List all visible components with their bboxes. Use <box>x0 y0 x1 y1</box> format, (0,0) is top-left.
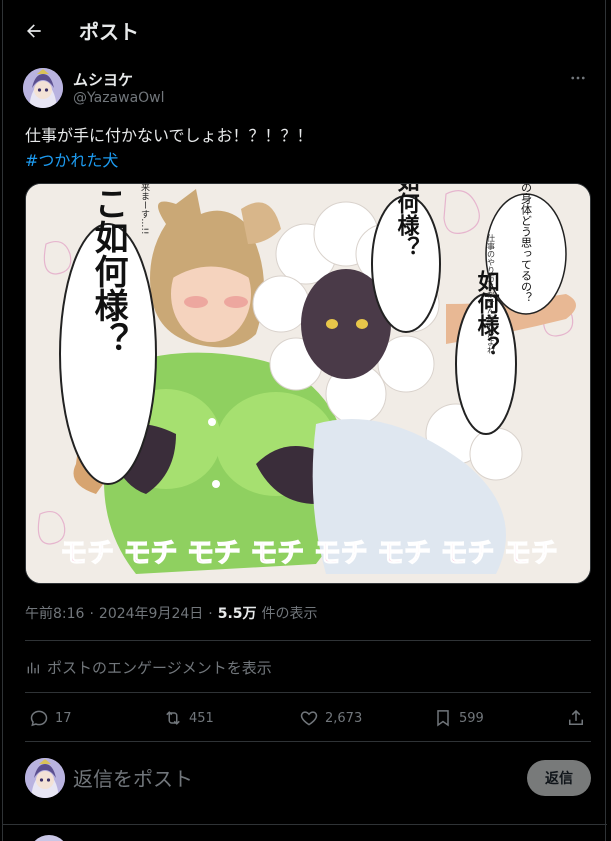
post-body: 仕事が手に付かないでしょお！？！？！ <box>25 126 313 145</box>
back-button[interactable] <box>17 14 51 48</box>
post-author: ムシヨケ @YazawaOwl <box>23 66 593 112</box>
avatar[interactable] <box>23 68 63 108</box>
views-label: 件の表示 <box>261 606 318 622</box>
post-meta: 午前8:16 · 2024年9月24日 · 5.5万 件の表示 <box>25 603 318 623</box>
reply-icon <box>30 710 48 727</box>
divider <box>3 824 607 825</box>
reply-action[interactable]: 17 <box>29 703 72 733</box>
avatar[interactable] <box>29 835 69 841</box>
top-bar: ポスト <box>3 0 607 60</box>
post-date[interactable]: 2024年9月24日 <box>99 603 203 623</box>
hashtag-link[interactable]: #つかれた犬 <box>25 148 585 173</box>
avatar-image <box>25 758 65 798</box>
view-engagements-link[interactable]: ポストのエンゲージメントを表示 <box>25 657 272 678</box>
post-text: 仕事が手に付かないでしょお！？！？！ #つかれた犬 <box>25 123 585 173</box>
sfx-text: モチ モチ モチ モチ モチ モチ モチ モチ <box>60 538 558 569</box>
repost-icon <box>166 711 180 725</box>
side-text-small: 仕事のやり方とかそんなんだよね <box>487 233 496 354</box>
reply-composer: 返信 <box>25 756 591 802</box>
view-engagements-label: ポストのエンゲージメントを表示 <box>47 659 272 677</box>
more-dots-icon <box>571 76 585 80</box>
page-title: ポスト <box>79 20 139 44</box>
divider <box>25 640 591 641</box>
bookmark-count: 599 <box>459 710 484 726</box>
meta-separator: · <box>89 606 94 622</box>
speech-left: ここ如何様？ <box>88 184 128 356</box>
arrow-left-icon <box>27 24 41 38</box>
like-count: 2,673 <box>325 710 363 726</box>
reply-submit-button[interactable]: 返信 <box>527 760 591 796</box>
analytics-icon <box>27 662 39 673</box>
post-detail-column: ポスト ムシヨケ @YazawaOwl 仕事が手に付かないでしょお！？！？！ #… <box>2 0 607 841</box>
reply-count: 17 <box>55 710 72 726</box>
author-handle[interactable]: @YazawaOwl <box>73 90 165 106</box>
meta-separator: · <box>208 606 213 622</box>
speech-mid: 如何様？ <box>394 184 420 258</box>
bookmark-icon <box>437 710 449 727</box>
avatar-image <box>23 68 63 108</box>
action-bar: 17 451 2,673 599 <box>25 703 591 733</box>
divider <box>25 692 591 693</box>
bookmark-action[interactable]: 599 <box>433 703 484 733</box>
illustration: ここ如何様？ 如何様？ 如何様？ ねえ犬くんはその身体どう思ってるの？ 仕事のや… <box>26 184 590 583</box>
like-action[interactable]: 2,673 <box>299 703 362 733</box>
post-time[interactable]: 午前8:16 <box>25 603 84 623</box>
post-image[interactable]: ここ如何様？ 如何様？ 如何様？ ねえ犬くんはその身体どう思ってるの？ 仕事のや… <box>25 183 591 584</box>
share-action[interactable] <box>566 703 586 733</box>
share-icon <box>569 709 583 725</box>
avatar <box>25 758 65 798</box>
repost-count: 451 <box>189 710 214 726</box>
heart-icon <box>300 711 318 726</box>
reply-input[interactable] <box>73 764 453 794</box>
author-display-name[interactable]: ムシヨケ <box>73 69 133 90</box>
more-options-button[interactable] <box>563 66 593 90</box>
repost-action[interactable]: 451 <box>163 703 214 733</box>
divider <box>25 741 591 742</box>
side-text-top: ねえ犬くんはその身体どう思ってるの？ <box>520 184 533 303</box>
views-count: 5.5万 <box>217 606 257 622</box>
side-text-left: 出来まーす…!! <box>139 184 150 235</box>
